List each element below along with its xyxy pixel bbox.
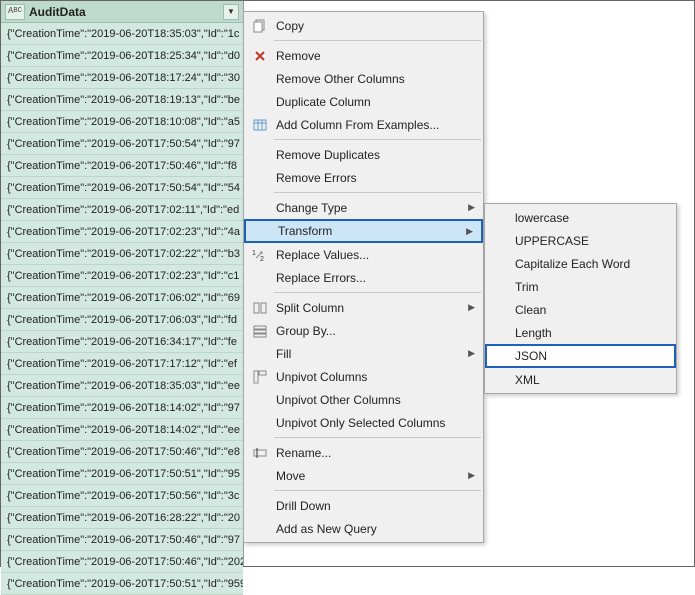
column-rows: {"CreationTime":"2019-06-20T18:35:03","I… [1, 23, 243, 595]
submenu-arrow-icon: ▶ [468, 302, 475, 313]
group-icon [248, 322, 272, 340]
data-row[interactable]: {"CreationTime":"2019-06-20T17:06:03","I… [1, 309, 243, 331]
data-row[interactable]: {"CreationTime":"2019-06-20T17:02:23","I… [1, 265, 243, 287]
data-row[interactable]: {"CreationTime":"2019-06-20T18:35:03","I… [1, 375, 243, 397]
data-row[interactable]: {"CreationTime":"2019-06-20T17:02:23","I… [1, 221, 243, 243]
menu-duplicate-column[interactable]: Duplicate Column [244, 90, 483, 113]
context-menu: Copy Remove Remove Other Columns Duplica… [243, 11, 484, 543]
submenu-arrow-icon: ▶ [468, 348, 475, 359]
data-row[interactable]: {"CreationTime":"2019-06-20T18:35:03","I… [1, 23, 243, 45]
data-row[interactable]: {"CreationTime":"2019-06-20T17:02:22","I… [1, 243, 243, 265]
data-row[interactable]: {"CreationTime":"2019-06-20T16:34:17","I… [1, 331, 243, 353]
data-row[interactable]: {"CreationTime":"2019-06-20T17:50:46","I… [1, 551, 243, 573]
menu-unpivot-only-selected[interactable]: Unpivot Only Selected Columns [244, 411, 483, 434]
split-icon [248, 299, 272, 317]
svg-text:2: 2 [260, 256, 264, 262]
submenu-lowercase[interactable]: lowercase [485, 206, 676, 229]
data-row[interactable]: {"CreationTime":"2019-06-20T17:50:56","I… [1, 485, 243, 507]
data-row[interactable]: {"CreationTime":"2019-06-20T17:50:51","I… [1, 463, 243, 485]
menu-separator [274, 490, 481, 491]
menu-add-column-from-examples[interactable]: Add Column From Examples... [244, 113, 483, 136]
data-row[interactable]: {"CreationTime":"2019-06-20T17:02:11","I… [1, 199, 243, 221]
menu-group-by[interactable]: Group By... [244, 319, 483, 342]
menu-replace-values[interactable]: 12 Replace Values... [244, 243, 483, 266]
data-row[interactable]: {"CreationTime":"2019-06-20T18:19:13","I… [1, 89, 243, 111]
menu-rename[interactable]: Rename... [244, 441, 483, 464]
submenu-capitalize[interactable]: Capitalize Each Word [485, 252, 676, 275]
data-row[interactable]: {"CreationTime":"2019-06-20T17:50:54","I… [1, 177, 243, 199]
menu-separator [274, 437, 481, 438]
data-row[interactable]: {"CreationTime":"2019-06-20T17:50:46","I… [1, 155, 243, 177]
menu-copy[interactable]: Copy [244, 14, 483, 37]
data-row[interactable]: {"CreationTime":"2019-06-20T16:28:22","I… [1, 507, 243, 529]
submenu-arrow-icon: ▶ [468, 470, 475, 481]
menu-separator [274, 292, 481, 293]
data-row[interactable]: {"CreationTime":"2019-06-20T17:50:46","I… [1, 441, 243, 463]
menu-remove[interactable]: Remove [244, 44, 483, 67]
menu-separator [274, 40, 481, 41]
data-row[interactable]: {"CreationTime":"2019-06-20T17:17:12","I… [1, 353, 243, 375]
data-row[interactable]: {"CreationTime":"2019-06-20T18:10:08","I… [1, 111, 243, 133]
table-icon [248, 116, 272, 134]
data-row[interactable]: {"CreationTime":"2019-06-20T17:50:46","I… [1, 529, 243, 551]
submenu-json[interactable]: JSON [485, 344, 676, 368]
menu-separator [274, 139, 481, 140]
menu-remove-errors[interactable]: Remove Errors [244, 166, 483, 189]
transform-submenu: lowercase UPPERCASE Capitalize Each Word… [484, 203, 677, 394]
submenu-length[interactable]: Length [485, 321, 676, 344]
submenu-uppercase[interactable]: UPPERCASE [485, 229, 676, 252]
submenu-arrow-icon: ▶ [468, 202, 475, 213]
menu-remove-other-columns[interactable]: Remove Other Columns [244, 67, 483, 90]
submenu-arrow-icon: ▶ [466, 226, 473, 237]
data-row[interactable]: {"CreationTime":"2019-06-20T17:50:54","I… [1, 133, 243, 155]
menu-unpivot-columns[interactable]: Unpivot Columns [244, 365, 483, 388]
menu-add-as-new-query[interactable]: Add as New Query [244, 517, 483, 540]
menu-split-column[interactable]: Split Column ▶ [244, 296, 483, 319]
menu-fill[interactable]: Fill ▶ [244, 342, 483, 365]
submenu-trim[interactable]: Trim [485, 275, 676, 298]
menu-unpivot-other-columns[interactable]: Unpivot Other Columns [244, 388, 483, 411]
data-row[interactable]: {"CreationTime":"2019-06-20T17:06:02","I… [1, 287, 243, 309]
menu-drill-down[interactable]: Drill Down [244, 494, 483, 517]
data-row[interactable]: {"CreationTime":"2019-06-20T18:25:34","I… [1, 45, 243, 67]
column: ABC AuditData ▼ {"CreationTime":"2019-06… [1, 1, 244, 566]
unpivot-icon [248, 368, 272, 386]
submenu-xml[interactable]: XML [485, 368, 676, 391]
data-row[interactable]: {"CreationTime":"2019-06-20T18:14:02","I… [1, 419, 243, 441]
submenu-clean[interactable]: Clean [485, 298, 676, 321]
column-title: AuditData [29, 5, 223, 19]
copy-icon [248, 17, 272, 35]
data-row[interactable]: {"CreationTime":"2019-06-20T18:17:24","I… [1, 67, 243, 89]
remove-icon [248, 47, 272, 65]
menu-move[interactable]: Move ▶ [244, 464, 483, 487]
menu-transform[interactable]: Transform ▶ [244, 219, 483, 243]
data-type-icon[interactable]: ABC [5, 4, 25, 20]
column-header[interactable]: ABC AuditData ▼ [1, 1, 243, 23]
menu-change-type[interactable]: Change Type ▶ [244, 196, 483, 219]
menu-replace-errors[interactable]: Replace Errors... [244, 266, 483, 289]
menu-separator [274, 192, 481, 193]
replace-icon: 12 [248, 246, 272, 264]
column-dropdown-button[interactable]: ▼ [223, 4, 239, 20]
data-row[interactable]: {"CreationTime":"2019-06-20T18:14:02","I… [1, 397, 243, 419]
rename-icon [248, 444, 272, 462]
data-row[interactable]: {"CreationTime":"2019-06-20T17:50:51","I… [1, 573, 243, 595]
svg-text:1: 1 [252, 250, 256, 257]
menu-remove-duplicates[interactable]: Remove Duplicates [244, 143, 483, 166]
